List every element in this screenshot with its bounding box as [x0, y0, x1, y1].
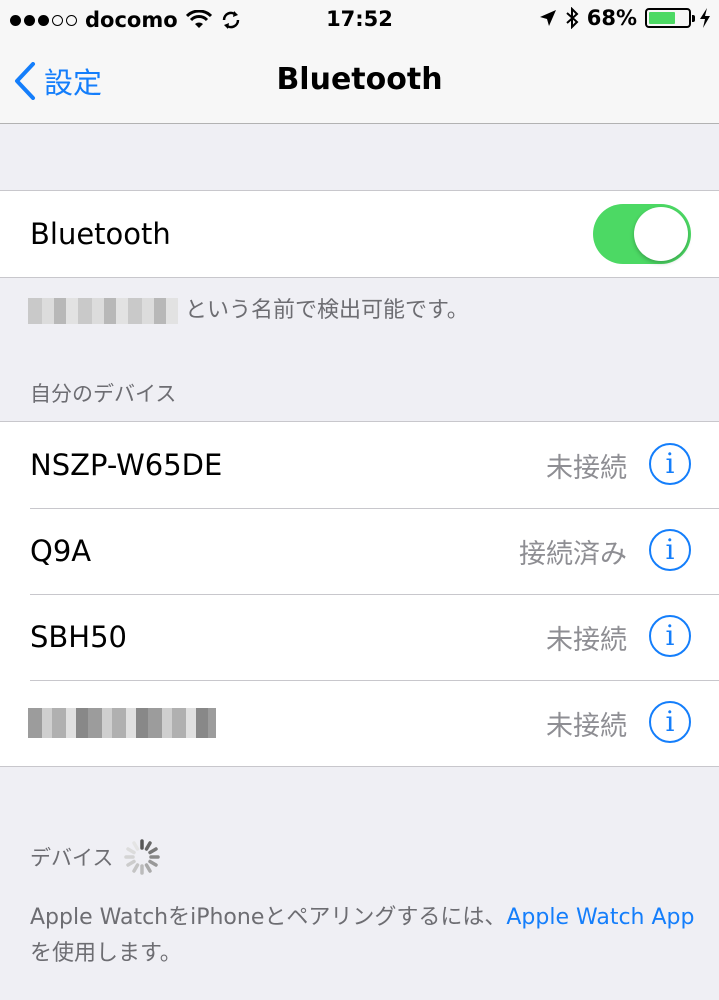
apple-watch-app-link[interactable]: Apple Watch App	[506, 905, 694, 930]
redacted-device-name	[28, 298, 178, 324]
device-status: 接続済み	[519, 538, 627, 570]
device-row[interactable]: SBH50 未接続 i	[0, 594, 719, 680]
apple-watch-note: Apple WatchをiPhoneとペアリングするには、Apple Watch…	[30, 900, 695, 972]
device-row[interactable]: Q9A 接続済み i	[0, 508, 719, 594]
apple-watch-text-after: を使用します。	[30, 941, 182, 966]
battery-percent: 68%	[586, 6, 637, 30]
apple-watch-text-before: Apple WatchをiPhoneとペアリングするには、	[30, 905, 507, 930]
device-name: NSZP-W65DE	[30, 448, 223, 482]
device-status: 未接続	[546, 624, 627, 656]
info-icon[interactable]: i	[649, 443, 691, 485]
bluetooth-icon	[566, 7, 579, 29]
devices-header: デバイス	[30, 838, 161, 876]
info-icon[interactable]: i	[649, 529, 691, 571]
loading-spinner-icon	[124, 839, 161, 875]
switch-knob	[634, 207, 688, 261]
bluetooth-toggle-label: Bluetooth	[30, 217, 171, 251]
device-row[interactable]: 未接続 i	[0, 680, 719, 766]
redacted-device-name	[28, 708, 216, 738]
device-status: 未接続	[546, 710, 627, 742]
location-arrow-icon	[539, 10, 556, 26]
battery-level	[649, 12, 675, 24]
discoverable-text: という名前で検出可能です。	[185, 298, 469, 323]
bluetooth-toggle-row: Bluetooth	[0, 191, 719, 277]
page-title: Bluetooth	[276, 62, 443, 97]
device-status: 未接続	[546, 452, 627, 484]
bluetooth-toggle-group: Bluetooth	[0, 190, 719, 278]
battery-icon	[645, 8, 695, 28]
device-name: SBH50	[30, 620, 128, 654]
device-row[interactable]: NSZP-W65DE 未接続 i	[0, 422, 719, 508]
bluetooth-switch[interactable]	[593, 204, 691, 264]
status-right: 68%	[539, 6, 711, 30]
status-bar: docomo 17:52 68%	[0, 0, 719, 40]
device-name: Q9A	[30, 534, 92, 568]
devices-header-label: デバイス	[30, 846, 114, 870]
charging-bolt-icon	[700, 8, 710, 28]
my-devices-list: NSZP-W65DE 未接続 i Q9A 接続済み i SBH50 未接続 i …	[0, 421, 719, 767]
my-devices-header: 自分のデバイス	[30, 382, 177, 406]
navigation-bar: 設定 Bluetooth	[0, 40, 719, 124]
info-icon[interactable]: i	[649, 701, 691, 743]
discoverable-note: という名前で検出可能です。	[28, 292, 469, 324]
info-icon[interactable]: i	[649, 615, 691, 657]
